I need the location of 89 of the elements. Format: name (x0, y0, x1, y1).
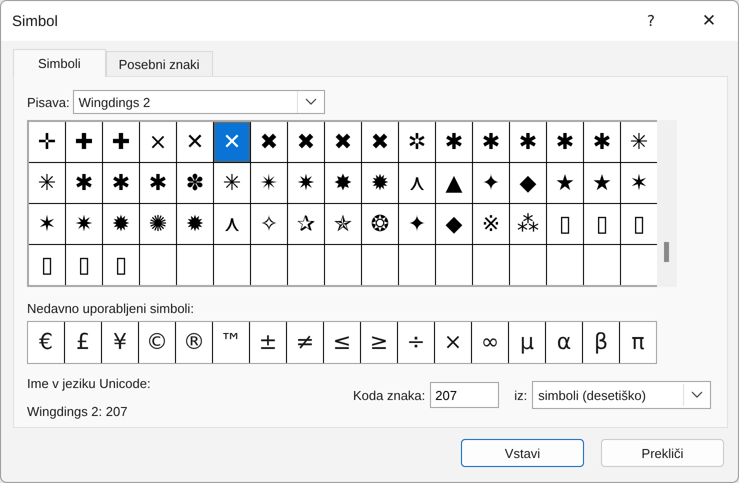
recent-symbol-cell[interactable]: ≠ (287, 322, 323, 363)
cancel-button[interactable]: Prekliči (601, 439, 724, 467)
symbol-cell[interactable]: ✹ (177, 204, 213, 244)
recent-symbol-cell[interactable]: π (620, 322, 656, 363)
symbol-cell[interactable]: × (140, 122, 176, 162)
font-label: Pisava: (27, 94, 70, 110)
recent-symbol-cell[interactable]: € (28, 322, 64, 363)
recent-symbol-cell[interactable]: µ (509, 322, 545, 363)
symbol-cell[interactable]: ▯ (29, 245, 65, 285)
symbol-cell[interactable]: ✧ (251, 204, 287, 244)
tab[interactable]: Posebni znaki (106, 51, 213, 76)
recent-symbol-cell[interactable]: × (435, 322, 471, 363)
symbol-cell[interactable]: ◆ (510, 163, 546, 203)
symbol-cell[interactable]: ✖ (251, 122, 287, 162)
symbol-cell[interactable]: ✱ (436, 122, 472, 162)
symbol-cell[interactable]: ❂ (362, 204, 398, 244)
symbol-cell[interactable]: ✰ (288, 204, 324, 244)
symbol-cell[interactable]: ⋏ (214, 204, 250, 244)
unicode-name-label: Ime v jeziku Unicode: (27, 376, 152, 391)
symbol-cell[interactable]: ✷ (288, 163, 324, 203)
symbol-cell[interactable]: ※ (473, 204, 509, 244)
symbol-cell[interactable]: ✦ (473, 163, 509, 203)
symbol-cell[interactable]: ✖ (288, 122, 324, 162)
recent-symbol-cell[interactable]: α (546, 322, 582, 363)
symbol-cell[interactable]: ★ (547, 163, 583, 203)
symbol-cell[interactable]: ✕ (214, 122, 250, 162)
symbol-cell[interactable]: ▲ (436, 163, 472, 203)
symbol-cell[interactable]: ✱ (66, 163, 102, 203)
symbol-cell[interactable]: ▯ (584, 204, 620, 244)
recent-symbol-cell[interactable]: ÷ (398, 322, 434, 363)
recent-symbol-cell[interactable]: ± (250, 322, 286, 363)
recent-symbol-cell[interactable]: ∞ (472, 322, 508, 363)
symbol-cell[interactable]: ▯ (103, 245, 139, 285)
recent-symbol-cell[interactable]: ≤ (324, 322, 360, 363)
symbol-cell[interactable]: ✖ (325, 122, 361, 162)
symbol-cell[interactable]: ▯ (66, 245, 102, 285)
char-code-field[interactable]: 207 (430, 382, 500, 408)
symbol-cell[interactable]: ✖ (362, 122, 398, 162)
tab[interactable]: Simboli (13, 49, 106, 77)
symbol-cell[interactable]: ✳ (214, 163, 250, 203)
recent-symbol-cell[interactable]: ¥ (102, 322, 138, 363)
symbol-cell[interactable]: ▯ (621, 204, 657, 244)
symbol-cell[interactable]: ✱ (510, 122, 546, 162)
symbol-cell[interactable]: ✛ (29, 122, 65, 162)
close-button[interactable]: ✕ (680, 1, 738, 41)
scrollbar-thumb[interactable] (664, 242, 669, 262)
symbol-cell[interactable]: ✶ (621, 163, 657, 203)
symbol-cell[interactable]: ✱ (584, 122, 620, 162)
symbol-cell[interactable]: ✱ (103, 163, 139, 203)
recent-symbol-cell[interactable]: ™ (213, 322, 249, 363)
char-code-label: Koda znaka: (353, 388, 426, 402)
symbol-cell[interactable]: ✹ (362, 163, 398, 203)
symbol-cell[interactable]: ✦ (399, 204, 435, 244)
symbol-cell[interactable]: ✸ (325, 163, 361, 203)
symbol-cell[interactable]: ✶ (29, 204, 65, 244)
symbol-cell[interactable]: ✳ (29, 163, 65, 203)
symbol-cell[interactable]: ✷ (66, 204, 102, 244)
help-button[interactable]: ? (622, 1, 680, 41)
recent-symbol-cell[interactable]: ≥ (361, 322, 397, 363)
from-dropdown[interactable]: simboli (desetiško) (532, 381, 712, 409)
symbol-cell[interactable]: ✯ (325, 204, 361, 244)
scrollbar[interactable] (657, 120, 677, 287)
symbol-cell[interactable]: ⁂ (510, 204, 546, 244)
symbol-cell[interactable]: ✳ (621, 122, 657, 162)
symbol-cell[interactable]: ★ (584, 163, 620, 203)
recent-symbols-label: Nedavno uporabljeni simboli: (27, 301, 195, 316)
font-dropdown[interactable]: Wingdings 2 (72, 90, 325, 114)
recent-symbol-cell[interactable]: β (583, 322, 619, 363)
symbol-cell[interactable]: ◆ (436, 204, 472, 244)
window-title: Simbol (12, 12, 59, 30)
symbol-cell[interactable]: ✱ (140, 163, 176, 203)
symbol-cell[interactable]: ✴ (251, 163, 287, 203)
recent-symbol-cell[interactable]: ® (176, 322, 212, 363)
symbol-cell[interactable]: ▯ (547, 204, 583, 244)
unicode-name-value: Wingdings 2: 207 (27, 404, 128, 419)
recent-symbol-cell[interactable]: £ (65, 322, 101, 363)
from-label: iz: (514, 388, 528, 402)
insert-button[interactable]: Vstavi (461, 439, 584, 467)
symbol-cell[interactable]: ✲ (399, 122, 435, 162)
symbol-cell[interactable]: ✱ (473, 122, 509, 162)
symbol-cell[interactable]: ✽ (177, 163, 213, 203)
recent-symbol-cell[interactable]: © (139, 322, 175, 363)
symbol-cell[interactable]: ✹ (103, 204, 139, 244)
symbol-cell[interactable]: ✕ (177, 122, 213, 162)
symbol-cell[interactable]: ✚ (103, 122, 139, 162)
symbol-cell[interactable]: ✚ (66, 122, 102, 162)
symbol-cell[interactable]: ⋏ (399, 163, 435, 203)
symbol-cell[interactable]: ✱ (547, 122, 583, 162)
symbol-cell[interactable]: ✺ (140, 204, 176, 244)
